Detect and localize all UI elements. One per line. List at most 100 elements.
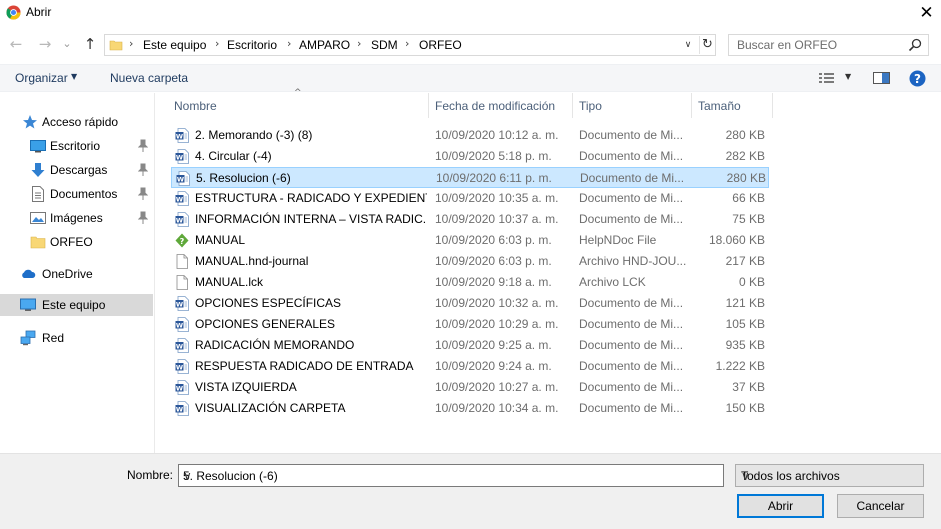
file-type: Documento de Mi... [579,317,684,331]
file-type: HelpNDoc File [579,233,657,247]
file-size: 0 KB [738,275,765,289]
breadcrumb-escritorio[interactable]: Escritorio [227,38,277,52]
file-name: OPCIONES GENERALES [195,317,336,331]
file-row[interactable]: W 2. Memorando (-3) (8) 10/09/2020 10:12 a… [171,125,769,146]
back-arrow-icon[interactable]: ← [7,34,25,54]
computer-icon [20,298,36,311]
filename-label: Nombre: [127,468,174,482]
filetype-value: Todos los archivos [741,469,840,483]
breadcrumb-orfeo[interactable]: ORFEO [419,38,462,52]
file-list: ^ Nombre Fecha de modificación Tipo Tama… [156,88,941,453]
filename-value[interactable]: 5. Resolucion (-6) [183,469,278,483]
caret-down-icon[interactable]: ▼ [845,72,851,81]
search-icon[interactable] [907,37,923,53]
caret-down-icon[interactable]: ▼ [71,72,77,81]
file-row[interactable]: ? MANUAL 10/09/2020 6:03 p. m. HelpNDoc Fil… [171,230,769,251]
sidebar-item-imagenes[interactable]: Imágenes [0,207,153,229]
file-type: Documento de Mi... [579,338,684,352]
pin-icon[interactable] [138,139,148,153]
file-row[interactable]: W ESTRUCTURA - RADICADO Y EXPEDIENTE... 10… [171,188,769,209]
view-options-icon[interactable] [818,71,836,85]
pictures-icon [30,212,46,224]
file-row[interactable]: W 4. Circular (-4) 10/09/2020 5:18 p. m. Do… [171,146,769,167]
cancel-button[interactable]: Cancelar [837,494,924,518]
sidebar-item-onedrive[interactable]: OneDrive [0,263,153,285]
breadcrumb-separator: › [405,37,410,50]
address-bar[interactable]: › Este equipo › Escritorio › AMPARO › SD… [104,34,716,56]
file-type: Documento de Mi... [579,191,684,205]
recent-locations-icon[interactable]: ⌄ [61,34,73,54]
file-name: MANUAL.hnd-journal [195,254,309,268]
file-row[interactable]: W VISUALIZACIÓN CARPETA 10/09/2020 10:34 a… [171,398,769,419]
sidebar-item-documentos[interactable]: Documentos [0,183,153,205]
file-name: OPCIONES ESPECÍFICAS [195,296,342,310]
breadcrumb-este-equipo[interactable]: Este equipo [143,38,206,52]
file-row[interactable]: MANUAL.lck 10/09/2020 9:18 a. m. Archivo L… [171,272,769,293]
dialog-footer: Nombre: 5. Resolucion (-6) ∨ Todos los a… [0,453,941,529]
word-document-icon: W [175,359,189,374]
sidebar-item-acceso-rapido[interactable]: Acceso rápido [0,111,153,133]
column-header-size[interactable]: Tamaño [692,93,773,118]
word-document-icon: W [175,149,189,164]
preview-pane-icon[interactable] [873,71,890,85]
file-row[interactable]: W 5. Resolucion (-6) 10/09/2020 6:11 p. m.… [171,167,769,188]
sidebar-item-orfeo[interactable]: ORFEO [0,231,153,253]
chevron-down-icon[interactable]: ∨ [183,469,192,483]
file-date: 10/09/2020 5:18 p. m. [435,149,552,163]
sidebar-item-este-equipo[interactable]: Este equipo [0,294,153,316]
help-icon[interactable]: ? [909,70,926,87]
column-header-date[interactable]: Fecha de modificación [429,93,573,118]
file-size: 37 KB [732,380,765,394]
file-size: 66 KB [732,191,765,205]
file-type: Documento de Mi... [579,128,684,142]
file-type: Documento de Mi... [579,149,684,163]
up-arrow-icon[interactable]: ↑ [81,34,99,54]
search-box[interactable]: Buscar en ORFEO [728,34,929,56]
search-input[interactable]: Buscar en ORFEO [737,38,837,52]
organize-button[interactable]: Organizar [15,71,68,85]
forward-arrow-icon[interactable]: → [36,34,54,54]
file-type: Documento de Mi... [579,296,684,310]
file-row[interactable]: W RESPUESTA RADICADO DE ENTRADA 10/09/2020… [171,356,769,377]
column-header-name[interactable]: Nombre [168,93,429,118]
pin-icon[interactable] [138,187,148,201]
file-row[interactable]: W OPCIONES GENERALES 10/09/2020 10:29 a. m… [171,314,769,335]
chevron-down-icon[interactable]: ∨ [741,469,750,483]
filetype-select[interactable]: Todos los archivos ∨ [735,464,924,487]
file-size: 282 KB [725,149,765,163]
file-row[interactable]: W VISTA IZQUIERDA 10/09/2020 10:27 a. m. Do… [171,377,769,398]
new-folder-button[interactable]: Nueva carpeta [110,71,188,85]
file-row[interactable]: W RADICACIÓN MEMORANDO 10/09/2020 9:25 a. … [171,335,769,356]
sidebar-item-descargas[interactable]: Descargas [0,159,153,181]
file-date: 10/09/2020 9:18 a. m. [435,275,552,289]
breadcrumb-amparo[interactable]: AMPARO [299,38,350,52]
svg-text:W: W [176,405,183,413]
file-size: 18.060 KB [708,233,765,247]
toolbar: Organizar ▼ Nueva carpeta ▼ ? [0,64,941,92]
file-row[interactable]: W OPCIONES ESPECÍFICAS 10/09/2020 10:32 a.… [171,293,769,314]
file-type: Documento de Mi... [579,380,684,394]
file-date: 10/09/2020 10:35 a. m. [435,191,559,205]
column-header-type[interactable]: Tipo [573,93,692,118]
file-name: INFORMACIÓN INTERNA – VISTA RADIC... [195,212,427,226]
pin-icon[interactable] [138,211,148,225]
cloud-icon [22,269,36,278]
sidebar-item-escritorio[interactable]: Escritorio [0,135,153,157]
sidebar-item-red[interactable]: Red [0,327,153,349]
file-row[interactable]: W INFORMACIÓN INTERNA – VISTA RADIC... 10/… [171,209,769,230]
file-row[interactable]: MANUAL.hnd-journal 10/09/2020 6:03 p. m. A… [171,251,769,272]
close-icon[interactable]: ✕ [912,0,941,26]
open-button[interactable]: Abrir [737,494,824,518]
file-date: 10/09/2020 10:37 a. m. [435,212,559,226]
refresh-icon[interactable]: ↻ [699,36,715,54]
pin-icon[interactable] [138,163,148,177]
svg-text:W: W [176,132,183,140]
breadcrumb-sdm[interactable]: SDM [371,38,398,52]
svg-text:W: W [176,153,183,161]
filename-field[interactable]: 5. Resolucion (-6) ∨ [178,464,724,487]
desktop-icon [30,140,46,153]
chevron-down-icon[interactable]: ∨ [681,37,695,53]
file-size: 75 KB [732,212,765,226]
network-icon [20,330,36,346]
breadcrumb-separator: › [287,37,292,50]
